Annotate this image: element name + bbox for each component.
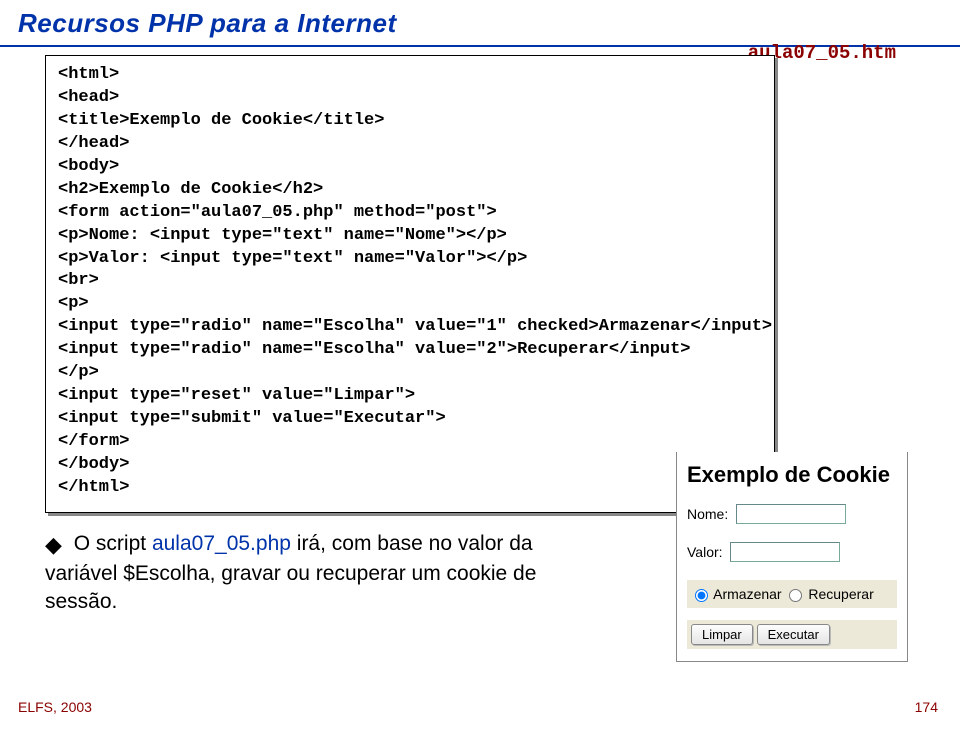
bullet-icon: ◆ (45, 530, 62, 560)
bullet-link: aula07_05.php (152, 532, 291, 555)
submit-button[interactable]: Executar (757, 624, 830, 645)
bullet-prefix: O script (74, 532, 152, 555)
nome-label: Nome: (687, 506, 728, 522)
page-title: Recursos PHP para a Internet (0, 0, 960, 47)
radio-armazenar[interactable] (695, 589, 708, 602)
footer-right: 174 (915, 699, 938, 715)
form-heading: Exemplo de Cookie (687, 462, 897, 488)
valor-field[interactable] (730, 542, 840, 562)
browser-preview: Exemplo de Cookie Nome: Valor: Armazenar… (676, 452, 908, 662)
code-block: <html> <head> <title>Exemplo de Cookie</… (45, 55, 775, 513)
nome-field[interactable] (736, 504, 846, 524)
valor-label: Valor: (687, 544, 723, 560)
reset-button[interactable]: Limpar (691, 624, 753, 645)
radio-armazenar-label: Armazenar (713, 586, 781, 602)
radio-recuperar-label: Recuperar (808, 586, 873, 602)
bullet-item: ◆ O script aula07_05.php irá, com base n… (45, 530, 575, 616)
footer-left: ELFS, 2003 (18, 699, 92, 715)
radio-recuperar[interactable] (789, 589, 802, 602)
